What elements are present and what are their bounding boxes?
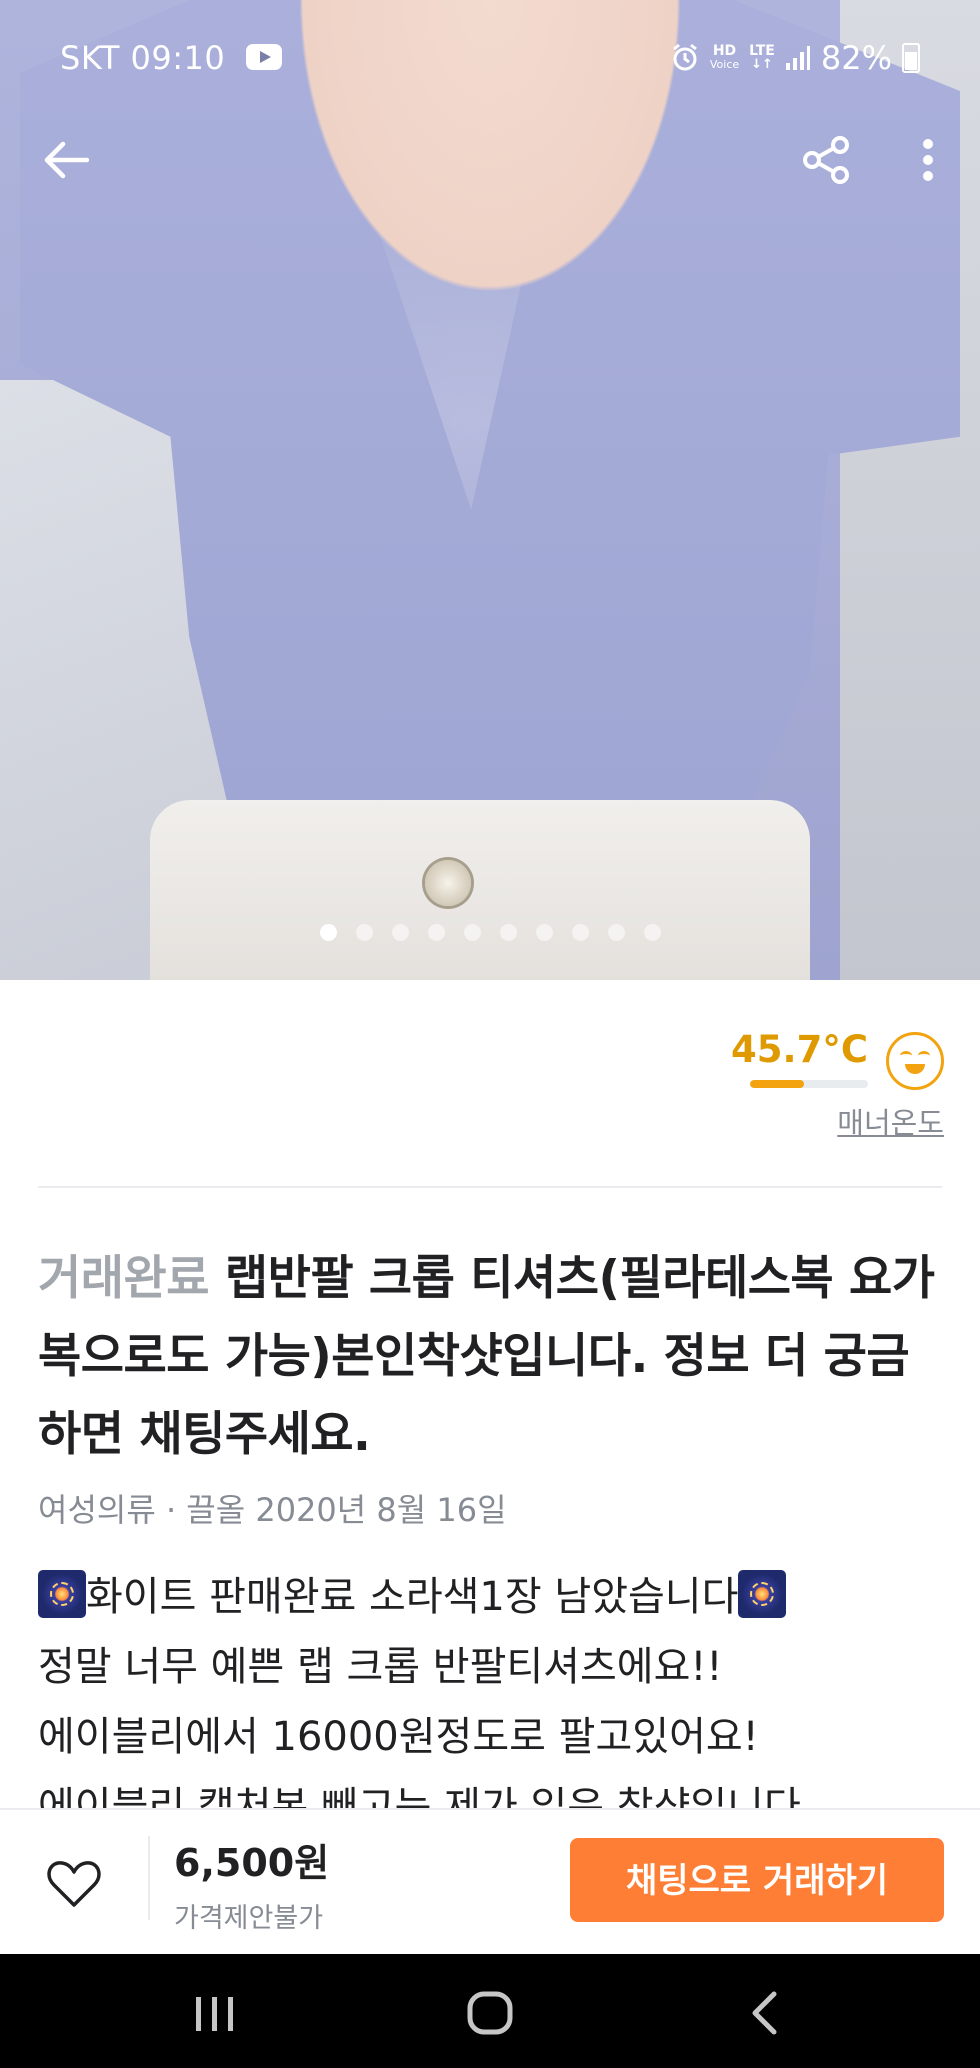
fireworks-icon [38, 1570, 86, 1618]
product-description: 화이트 판매완료 소라색1장 남았습니다 정말 너무 예쁜 랩 크롭 반팔티셔츠… [38, 1562, 942, 1810]
product-category[interactable]: 여성의류 [38, 1491, 156, 1529]
share-button[interactable] [797, 130, 857, 190]
carrier: SKT [60, 39, 120, 77]
hd-label: HD [712, 43, 737, 59]
description-line: 화이트 판매완료 소라색1장 남았습니다 [38, 1562, 942, 1632]
status-right: HD Voice LTE ↓↑ 82% [670, 30, 920, 86]
lte-indicator: LTE ↓↑ [749, 44, 775, 72]
data-arrows-icon: ↓↑ [751, 57, 773, 72]
voice-label: Voice [709, 58, 740, 71]
share-icon [803, 136, 849, 184]
more-options-button[interactable] [898, 130, 958, 190]
home-icon [467, 1991, 513, 2035]
price-offer-note: 가격제안불가 [174, 1903, 324, 1934]
description-line-3: 에이블리에서 16000원정도로 팔고있어요! [38, 1714, 759, 1760]
signal-icon [785, 46, 810, 70]
pagination-dot [571, 924, 589, 941]
product-date: 끌올 2020년 8월 16일 [186, 1491, 507, 1529]
status-bar: SKT 09:10 HD Voice LTE ↓↑ 82% [0, 30, 980, 86]
price: 6,500원 [174, 1841, 330, 1885]
bottom-action-bar: 6,500원 가격제안불가 채팅으로 거래하기 [0, 1808, 980, 1956]
pagination-dot [535, 924, 553, 941]
recent-apps-button[interactable] [180, 1982, 250, 2042]
heart-icon [47, 1861, 101, 1907]
fireworks-icon [738, 1570, 787, 1618]
pagination-dot [391, 924, 409, 941]
back-arrow-icon [44, 141, 89, 179]
photo-pants [150, 800, 810, 980]
status-left: SKT 09:10 [60, 30, 282, 86]
product-title: 거래완료 랩반팔 크롭 티셔츠(필라테스복 요가복으로도 가능)본인착샷입니다.… [38, 1240, 942, 1474]
price-divider [148, 1836, 150, 1920]
manner-temperature-label[interactable]: 매너온도 [837, 1100, 944, 1142]
photo-pagination [0, 924, 980, 941]
pagination-dot [319, 924, 337, 941]
more-vertical-icon [923, 139, 933, 181]
battery-icon [902, 43, 920, 73]
pagination-dot [463, 924, 481, 941]
clock: 09:10 [130, 39, 226, 77]
pagination-dot [355, 924, 373, 941]
pagination-dot [607, 924, 625, 941]
pagination-dot [499, 924, 517, 941]
description-line-2: 정말 너무 예쁜 랩 크롭 반팔티셔츠에요!! [38, 1644, 723, 1690]
manner-temperature[interactable]: 45.7°C 매너온도 [644, 1028, 944, 1140]
youtube-icon [245, 44, 282, 70]
section-divider [38, 1186, 942, 1188]
battery-percent: 82% [820, 39, 892, 77]
manner-temperature-bar [750, 1080, 868, 1088]
description-line-4: 에이블리 캡처본 빼고는 제가 입은 착샷입니다 [38, 1784, 801, 1810]
system-back-icon [752, 1991, 777, 2035]
back-button[interactable] [36, 130, 96, 190]
recent-apps-icon [196, 1997, 233, 2031]
manner-temperature-bar-fill [750, 1080, 805, 1088]
like-button[interactable] [44, 1854, 104, 1914]
home-button[interactable] [455, 1982, 525, 2042]
photo-pants-button [425, 860, 471, 906]
system-navigation-bar [0, 1954, 980, 2068]
system-back-button[interactable] [730, 1982, 800, 2042]
manner-temperature-value: 45.7°C [731, 1028, 868, 1071]
lte-label: LTE [749, 43, 775, 59]
alarm-icon [672, 43, 697, 71]
hd-voice-indicator: HD Voice [710, 44, 739, 72]
meta-separator: · [165, 1491, 177, 1529]
chat-trade-button[interactable]: 채팅으로 거래하기 [570, 1838, 944, 1922]
description-line-1: 화이트 판매완료 소라색1장 남았습니다 [86, 1574, 739, 1620]
product-meta: 여성의류 · 끌올 2020년 8월 16일 [38, 1485, 507, 1531]
smiling-face-icon [886, 1032, 944, 1090]
trade-status-badge: 거래완료 [38, 1251, 209, 1306]
pagination-dot [643, 924, 661, 941]
pagination-dot [427, 924, 445, 941]
smiling-face-mouth [905, 1064, 925, 1074]
